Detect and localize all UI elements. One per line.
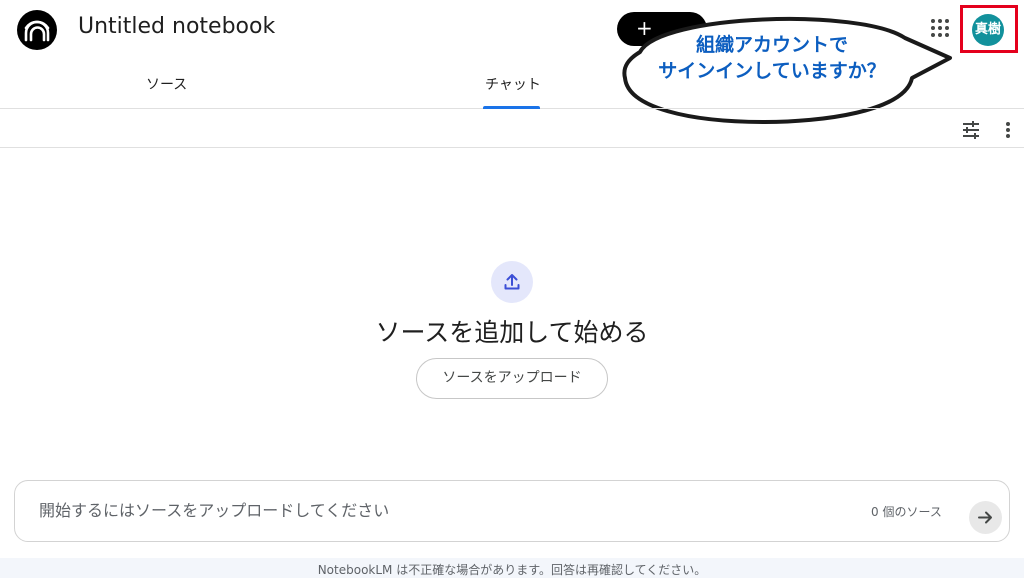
chat-input-box: 0 個のソース: [14, 480, 1010, 542]
upload-source-button[interactable]: ソースをアップロード: [416, 358, 608, 399]
empty-state-title: ソースを追加して始める: [375, 318, 649, 347]
callout-text: 組織アカウントで サインインしていますか？: [632, 32, 912, 84]
tab-chat[interactable]: チャット: [485, 74, 541, 94]
source-count-label: 0 個のソース: [871, 505, 942, 519]
callout-line-2: サインインしていますか？: [658, 60, 886, 82]
callout-line-1: 組織アカウントで: [695, 34, 848, 56]
chat-query-input[interactable]: [39, 501, 819, 520]
account-avatar[interactable]: 真樹: [972, 14, 1004, 46]
toolbar-divider: [0, 147, 1024, 148]
tune-icon[interactable]: [960, 119, 982, 141]
apps-grid-icon[interactable]: [929, 17, 951, 39]
more-vert-icon[interactable]: [1000, 119, 1016, 141]
footer-disclaimer: NotebookLM は不正確な場合があります。回答は再確認してください。: [317, 563, 707, 577]
send-button[interactable]: [969, 501, 1002, 534]
footer-bar: NotebookLM は不正確な場合があります。回答は再確認してください。: [0, 558, 1024, 578]
active-tab-indicator: [483, 106, 540, 109]
arrow-forward-icon: [978, 511, 992, 524]
upload-icon: [504, 274, 520, 290]
tab-sources[interactable]: ソース: [146, 74, 187, 94]
upload-icon-circle: [491, 261, 533, 303]
